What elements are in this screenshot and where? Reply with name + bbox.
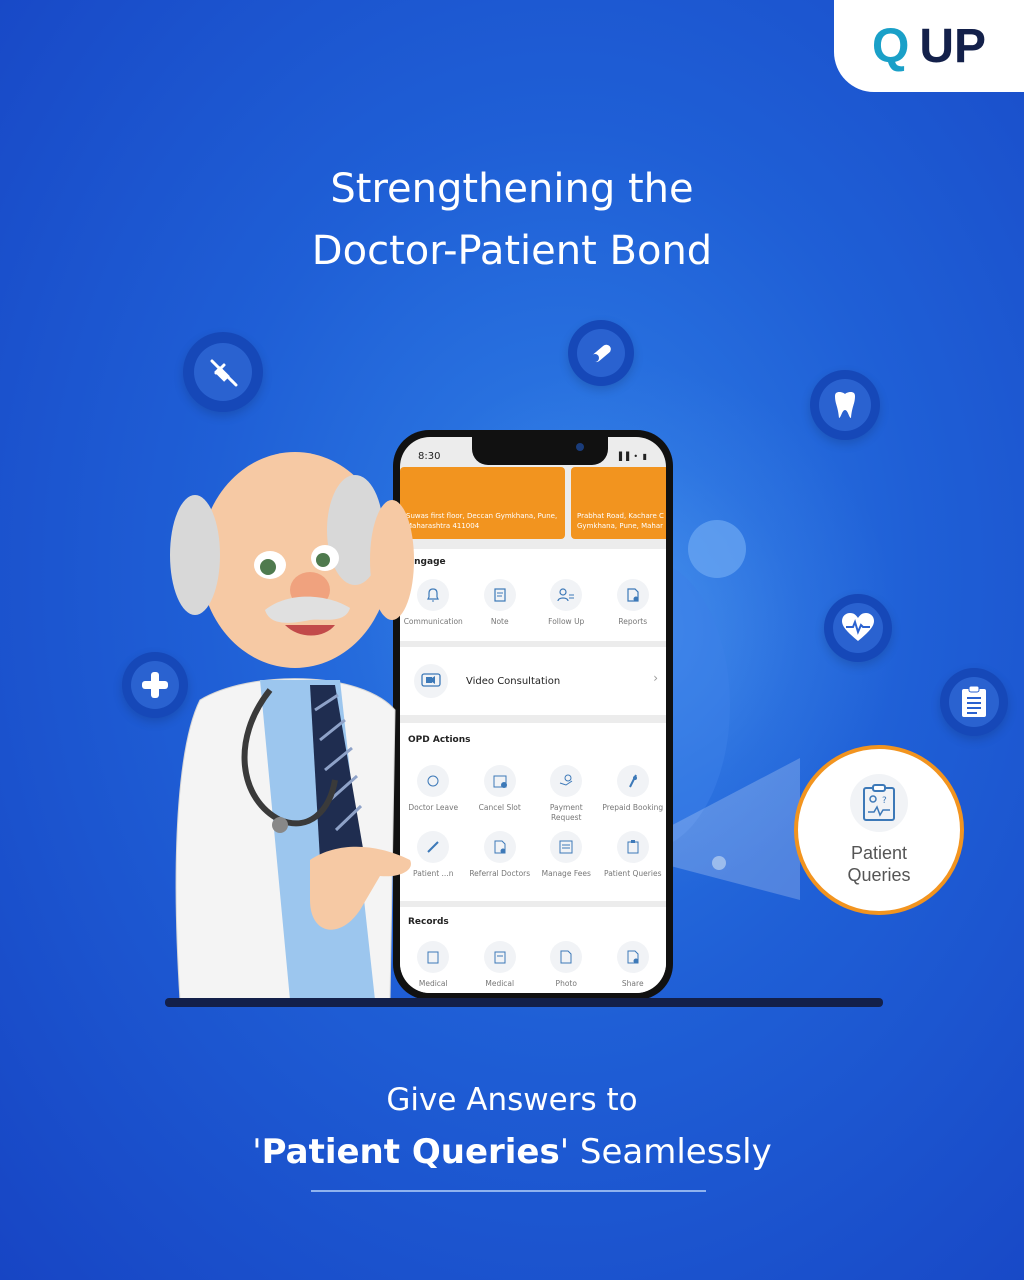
tagline-line-1: Give Answers to xyxy=(386,1082,638,1118)
status-icons: ▌▌• ▮ xyxy=(619,452,648,461)
location-card[interactable]: Suwas first floor, Deccan Gymkhana, Pune… xyxy=(400,467,565,539)
opd-item-label: Referral Doctors xyxy=(469,869,531,878)
opd-item-prepaid-booking[interactable]: Prepaid Booking xyxy=(600,765,667,823)
opd-item-label: Patient Queries xyxy=(604,869,662,878)
opd-item-label: Prepaid Booking xyxy=(602,803,664,812)
records-item-label: Photo xyxy=(555,979,577,988)
engage-item-label: Note xyxy=(490,617,509,626)
engage-item-label: Reports xyxy=(618,617,648,626)
records-section: Records Medical Medical Photo Share xyxy=(400,907,666,993)
location-cards: Suwas first floor, Deccan Gymkhana, Pune… xyxy=(400,467,666,547)
document-icon xyxy=(483,941,516,973)
tagline-highlight: Patient Queries xyxy=(261,1132,560,1172)
payment-icon xyxy=(550,765,583,797)
location-card[interactable]: Prabhat Road, Kachare C Gymkhana, Pune, … xyxy=(571,467,666,539)
doctor-illustration xyxy=(170,452,414,1000)
records-item-label: Medical xyxy=(485,979,515,988)
video-consultation-label: Video Consultation xyxy=(466,675,561,687)
stand-base xyxy=(165,998,883,1007)
video-consultation-row[interactable]: Video Consultation › xyxy=(400,647,666,715)
opd-item-patient-queries[interactable]: Patient Queries xyxy=(600,831,667,879)
engage-item-follow-up[interactable]: Follow Up xyxy=(533,579,600,627)
cancel-slot-icon xyxy=(483,765,516,797)
opd-item-payment-request[interactable]: Payment Request xyxy=(533,765,600,823)
opd-section: OPD Actions Doctor Leave Cancel Slot Pay… xyxy=(400,723,666,901)
follow-up-icon xyxy=(550,579,583,611)
patient-icon xyxy=(417,831,450,863)
opd-item-label: Payment Request xyxy=(549,803,583,822)
records-item[interactable]: Share xyxy=(600,941,667,989)
tagline-underline xyxy=(311,1190,706,1192)
share-icon xyxy=(616,941,649,973)
clipboard-icon xyxy=(417,941,450,973)
records-item[interactable]: Photo xyxy=(533,941,600,989)
photo-icon xyxy=(550,941,583,973)
callout-label-line-2: Queries xyxy=(847,865,911,885)
chevron-right-icon: › xyxy=(653,671,658,685)
reports-icon xyxy=(616,579,649,611)
engage-section: Engage Communication Note Follow Up Repo… xyxy=(400,549,666,641)
records-item-label: Share xyxy=(621,979,644,988)
tagline-line-2: 'Patient Queries' Seamlessly xyxy=(0,1132,1024,1172)
opd-item-referral-doctors[interactable]: Referral Doctors xyxy=(467,831,534,879)
fees-icon xyxy=(550,831,583,863)
prepaid-icon xyxy=(616,765,649,797)
status-time: 8:30 xyxy=(418,451,441,462)
phone-mockup: Suwas first floor, Deccan Gymkhana, Pune… xyxy=(393,430,673,1000)
phone-notch xyxy=(472,437,608,465)
opd-item-cancel-slot[interactable]: Cancel Slot xyxy=(467,765,534,823)
phone-screen: Suwas first floor, Deccan Gymkhana, Pune… xyxy=(400,437,666,993)
opd-item-label: Cancel Slot xyxy=(478,803,521,812)
quote-open: ' xyxy=(252,1132,262,1172)
tagline-rest: Seamlessly xyxy=(569,1132,772,1172)
patient-queries-icon xyxy=(616,831,649,863)
engage-item-reports[interactable]: Reports xyxy=(600,579,667,627)
engage-item-label: Follow Up xyxy=(548,617,585,626)
records-item[interactable]: Medical xyxy=(467,941,534,989)
callout-label-line-1: Patient xyxy=(850,843,908,863)
doctor-leave-icon xyxy=(417,765,450,797)
opd-item-label: Manage Fees xyxy=(541,869,591,878)
quote-close: ' xyxy=(559,1132,570,1172)
engage-item-note[interactable]: Note xyxy=(467,579,534,627)
patient-queries-callout: ? Patient Queries xyxy=(794,745,964,915)
svg-text:?: ? xyxy=(882,796,887,806)
bell-icon xyxy=(417,579,450,611)
referral-icon xyxy=(483,831,516,863)
opd-item-manage-fees[interactable]: Manage Fees xyxy=(533,831,600,879)
patient-queries-icon: ? xyxy=(850,774,908,832)
note-icon xyxy=(483,579,516,611)
